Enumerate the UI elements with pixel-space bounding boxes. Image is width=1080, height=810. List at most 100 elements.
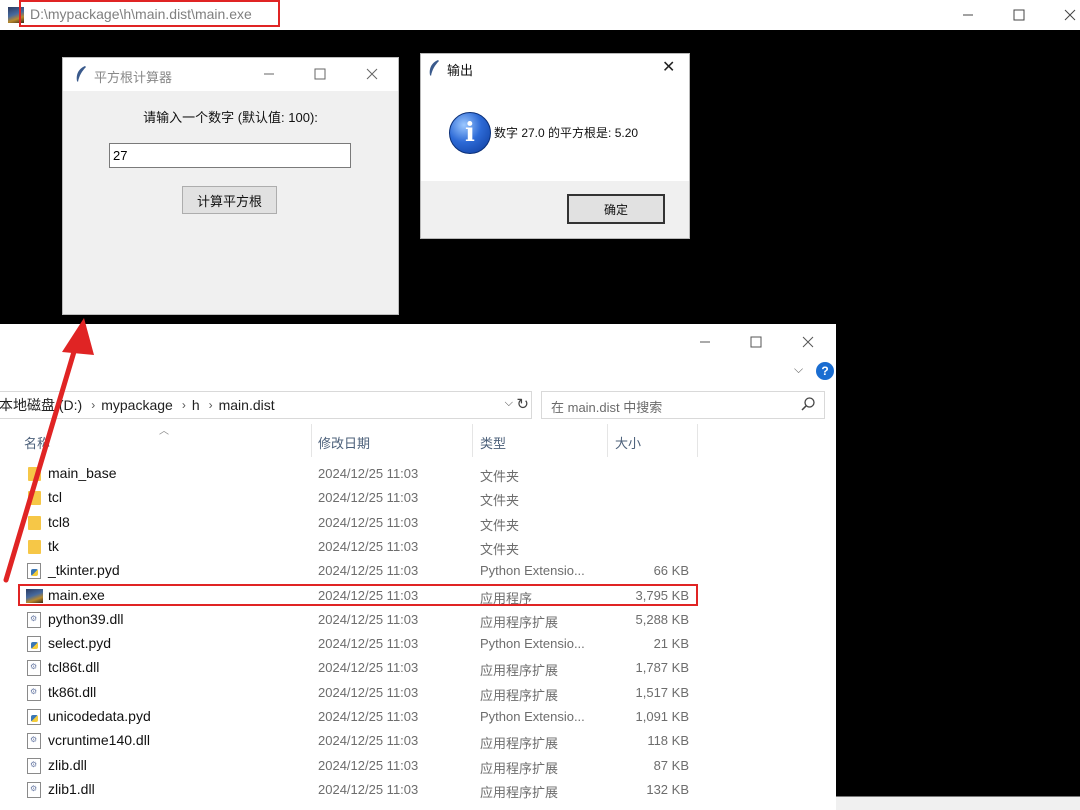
file-date: 2024/12/25 11:03 xyxy=(318,660,419,676)
chevron-right-icon[interactable]: › xyxy=(91,398,95,412)
column-header-date[interactable]: 修改日期 xyxy=(318,433,370,452)
file-type: Python Extensio... xyxy=(480,636,585,652)
file-type: 应用程序扩展 xyxy=(480,760,559,776)
file-name: zlib.dll xyxy=(48,756,87,773)
number-prompt-label: 请输入一个数字 (默认值: 100): xyxy=(143,110,318,125)
tk-titlebar: 平方根计算器 xyxy=(63,58,398,91)
file-row[interactable]: select.pyd 2024/12/25 11:03 Python Extensi… xyxy=(0,632,836,656)
sort-ascending-icon: ︿ xyxy=(159,426,169,437)
file-size: 1,787 KB xyxy=(635,660,690,676)
breadcrumb-main-dist[interactable]: main.dist xyxy=(219,397,275,413)
file-row[interactable]: python39.dll 2024/12/25 11:03 应用程序扩展 5,288 … xyxy=(0,608,836,632)
file-type: 文件夹 xyxy=(480,541,520,557)
file-row[interactable]: zlib.dll 2024/12/25 11:03 应用程序扩展 87 KB xyxy=(0,754,836,778)
breadcrumb-drive[interactable]: 本地磁盘 (D:) xyxy=(0,395,82,415)
file-type: 应用程序扩展 xyxy=(480,687,559,703)
file-date: 2024/12/25 11:03 xyxy=(318,781,419,797)
file-name: unicodedata.pyd xyxy=(48,708,151,724)
close-icon[interactable] xyxy=(783,327,833,357)
maximize-icon[interactable] xyxy=(297,59,343,89)
feather-icon xyxy=(429,60,439,76)
expand-ribbon-icon[interactable]: ⌵ xyxy=(794,362,803,377)
column-divider[interactable] xyxy=(472,424,473,457)
address-bar[interactable]: 本地磁盘 (D:) › mypackage › h › main.dist ⌵ … xyxy=(0,391,532,419)
file-type: 应用程序扩展 xyxy=(480,736,559,752)
refresh-icon[interactable]: ↻ xyxy=(516,395,529,413)
file-date: 2024/12/25 11:03 xyxy=(318,611,419,627)
search-icon[interactable] xyxy=(800,396,816,412)
output-dialog: 输出 ✕ i 数字 27.0 的平方根是: 5.20 确定 xyxy=(420,53,690,239)
file-name: tcl86t.dll xyxy=(48,659,100,676)
file-type: 文件夹 xyxy=(480,469,520,484)
file-date: 2024/12/25 11:03 xyxy=(318,757,419,773)
file-row[interactable]: tcl8 2024/12/25 11:03 文件夹 xyxy=(0,511,836,535)
chevron-right-icon[interactable]: › xyxy=(209,398,213,412)
column-divider[interactable] xyxy=(607,424,608,457)
sqrt-calculator-window: 平方根计算器 请输入一个数字 (默认值: 100): 计算平方根 xyxy=(62,57,399,315)
ok-button[interactable]: 确定 xyxy=(567,194,665,224)
file-type: Python Extensio... xyxy=(480,563,585,579)
maximize-icon[interactable] xyxy=(731,327,781,357)
folder-icon xyxy=(28,491,41,506)
file-row[interactable]: tk 2024/12/25 11:03 文件夹 xyxy=(0,535,836,559)
tk-window-title: 平方根计算器 xyxy=(94,70,173,85)
file-date: 2024/12/25 11:03 xyxy=(318,733,419,749)
file-size: 87 KB xyxy=(653,757,689,773)
file-date: 2024/12/25 11:03 xyxy=(318,538,419,554)
number-input[interactable] xyxy=(109,143,351,168)
file-size: 21 KB xyxy=(653,636,689,652)
file-type: 应用程序扩展 xyxy=(480,663,559,679)
file-row[interactable]: vcruntime140.dll 2024/12/25 11:03 应用程序扩展 11… xyxy=(0,729,836,753)
breadcrumb-h[interactable]: h xyxy=(192,397,200,413)
file-type: 应用程序扩展 xyxy=(480,614,559,630)
file-type: 应用程序扩展 xyxy=(480,784,559,800)
file-size: 1,517 KB xyxy=(635,684,690,700)
chevron-down-icon[interactable]: ⌵ xyxy=(505,397,513,410)
python-file-icon xyxy=(27,709,41,725)
chevron-right-icon[interactable]: › xyxy=(182,398,186,412)
calculate-sqrt-button[interactable]: 计算平方根 xyxy=(182,186,277,214)
breadcrumb-mypackage[interactable]: mypackage xyxy=(101,397,173,413)
python-file-icon xyxy=(27,563,41,580)
dll-file-icon xyxy=(27,611,41,628)
dialog-footer: 确定 xyxy=(421,181,689,238)
search-input[interactable]: 在 main.dist 中搜索 xyxy=(541,391,825,419)
close-icon[interactable] xyxy=(1047,0,1080,30)
main-exe-highlight-box xyxy=(18,584,698,606)
column-header-name[interactable]: 名称 xyxy=(24,433,50,452)
file-size: 118 KB xyxy=(647,733,689,749)
python-file-icon xyxy=(27,636,41,653)
file-row[interactable]: main_base 2024/12/25 11:03 文件夹 xyxy=(0,462,836,486)
minimize-icon[interactable] xyxy=(945,0,991,30)
folder-icon xyxy=(28,539,41,554)
minimize-icon[interactable] xyxy=(246,59,292,89)
file-date: 2024/12/25 11:03 xyxy=(318,684,419,700)
file-name: tk xyxy=(48,537,59,554)
file-name: _tkinter.pyd xyxy=(48,562,120,579)
file-row[interactable]: tcl 2024/12/25 11:03 文件夹 xyxy=(0,486,836,510)
file-date: 2024/12/25 11:03 xyxy=(318,466,419,481)
file-type: Python Extensio... xyxy=(480,709,585,724)
column-header-type[interactable]: 类型 xyxy=(480,433,506,452)
path-highlight-box xyxy=(19,0,280,27)
file-row[interactable]: _tkinter.pyd 2024/12/25 11:03 Python Exten… xyxy=(0,559,836,583)
close-icon[interactable] xyxy=(349,59,395,89)
column-divider[interactable] xyxy=(311,424,312,457)
file-row[interactable]: tcl86t.dll 2024/12/25 11:03 应用程序扩展 1,787 KB xyxy=(0,656,836,680)
file-name: python39.dll xyxy=(48,610,124,627)
file-name: zlib1.dll xyxy=(48,780,95,797)
file-row[interactable]: unicodedata.pyd 2024/12/25 11:03 Python Ex… xyxy=(0,705,836,729)
minimize-icon[interactable] xyxy=(680,327,730,357)
column-header-size[interactable]: 大小 xyxy=(615,433,641,452)
file-name: tk86t.dll xyxy=(48,683,97,700)
file-date: 2024/12/25 11:03 xyxy=(318,563,419,579)
file-row[interactable]: zlib1.dll 2024/12/25 11:03 应用程序扩展 132 KB xyxy=(0,778,836,802)
file-row[interactable]: tk86t.dll 2024/12/25 11:03 应用程序扩展 1,517 KB xyxy=(0,681,836,705)
file-size: 66 KB xyxy=(653,563,689,579)
close-icon[interactable]: ✕ xyxy=(662,57,675,77)
column-divider[interactable] xyxy=(697,424,698,457)
help-icon[interactable]: ? xyxy=(816,362,834,380)
file-date: 2024/12/25 11:03 xyxy=(318,709,419,724)
maximize-icon[interactable] xyxy=(996,0,1042,30)
dll-file-icon xyxy=(27,757,41,774)
